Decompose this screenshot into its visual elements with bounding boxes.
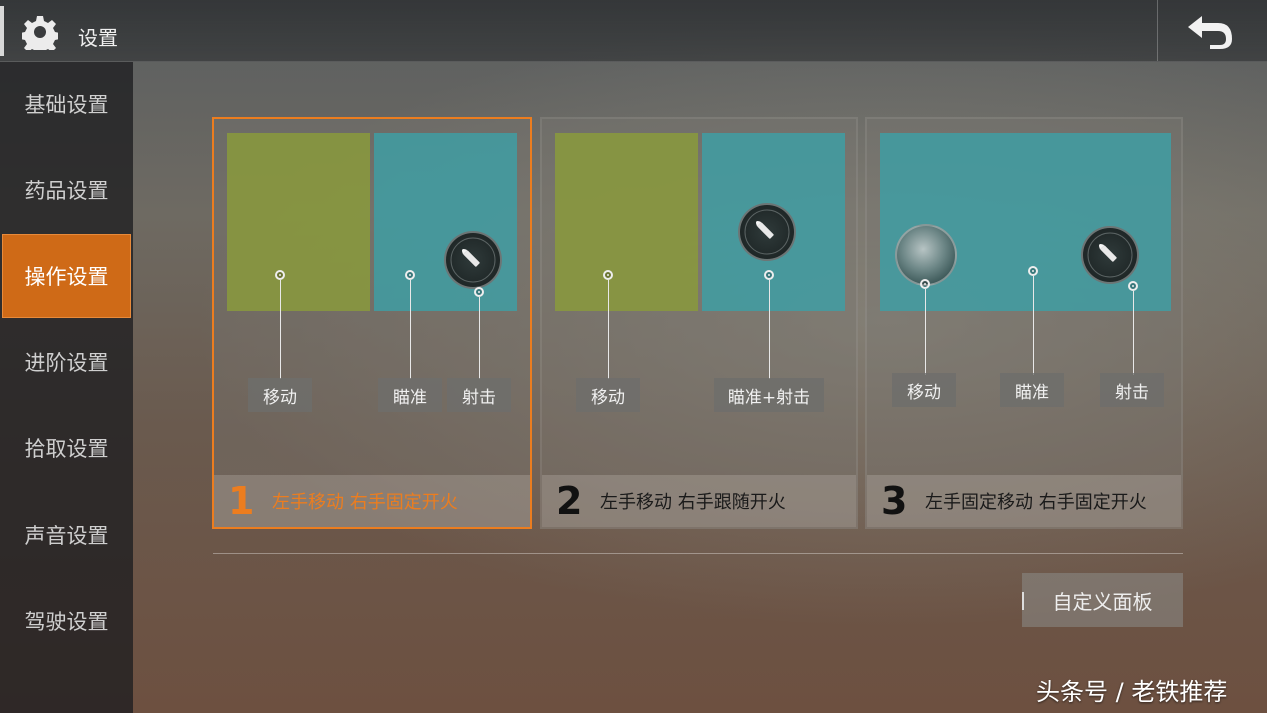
sidebar-item-driving[interactable]: 驾驶设置 [0,579,133,663]
sidebar-item-basic[interactable]: 基础设置 [0,62,133,146]
mode-number: 1 [228,479,255,523]
mode-number: 2 [556,479,583,523]
title-accent-bar [0,6,4,56]
mode-footer: 2 左手移动 右手跟随开火 [542,475,856,527]
label-fire: 射击 [447,378,511,412]
sidebar-item-medicine[interactable]: 药品设置 [0,148,133,232]
header-divider [1157,0,1158,61]
move-line [608,280,609,379]
label-fire: 射击 [1100,373,1164,407]
bullet-icon [1087,232,1133,278]
aim-fire-line [769,280,770,379]
label-aim-fire: 瞄准+射击 [714,378,824,412]
move-zone [555,133,698,311]
gear-icon [22,16,58,50]
mode-card-2[interactable]: 移动 瞄准+射击 2 左手移动 右手跟随开火 [540,117,858,529]
return-arrow-icon[interactable] [1180,10,1238,50]
sidebar-item-sound[interactable]: 声音设置 [0,493,133,577]
custom-panel-button[interactable]: 自定义面板 [1022,573,1183,627]
label-aim: 瞄准 [1000,373,1064,407]
fire-anchor [474,287,484,297]
fire-line [1133,291,1134,375]
fire-anchor [1128,281,1138,291]
move-line [280,280,281,379]
aim-line [1033,276,1034,375]
custom-panel-label: 自定义面板 [1052,589,1153,614]
sidebar-item-pickup[interactable]: 拾取设置 [0,406,133,490]
fire-line [479,297,480,379]
mode-card-3[interactable]: 移动 瞄准 射击 3 左手固定移动 右手固定开火 [865,117,1183,529]
move-anchor [920,279,930,289]
sidebar-item-controls[interactable]: 操作设置 [2,234,131,318]
aim-line [410,280,411,379]
joystick-icon [895,224,957,286]
bullet-icon [744,209,790,255]
sidebar: 基础设置 药品设置 操作设置 进阶设置 拾取设置 声音设置 驾驶设置 [0,62,133,713]
move-zone [227,133,370,311]
mode-number: 3 [881,479,908,523]
aim-fire-anchor [764,270,774,280]
page-title: 设置 [78,26,118,50]
fire-button-icon [444,231,502,289]
sidebar-item-advanced[interactable]: 进阶设置 [0,320,133,404]
move-line [925,289,926,375]
mode-description: 左手固定移动 右手固定开火 [925,492,1147,513]
section-divider [213,553,1183,554]
label-move: 移动 [892,373,956,407]
mode-footer: 1 左手移动 右手固定开火 [214,475,530,527]
label-move: 移动 [576,378,640,412]
mode-description: 左手移动 右手跟随开火 [600,492,786,513]
aim-anchor [405,270,415,280]
label-aim: 瞄准 [378,378,442,412]
fire-button-icon [1081,226,1139,284]
bullet-icon [450,237,496,283]
label-move: 移动 [248,378,312,412]
aim-anchor [1028,266,1038,276]
mode-description: 左手移动 右手固定开火 [272,492,458,513]
mode-footer: 3 左手固定移动 右手固定开火 [867,475,1181,527]
fire-button-icon [738,203,796,261]
button-accent-bar [1022,592,1024,610]
watermark: 头条号 / 老铁推荐 [1036,678,1228,706]
move-anchor [603,270,613,280]
top-bar: 设置 [0,0,1267,62]
mode-card-1[interactable]: 移动 瞄准 射击 1 左手移动 右手固定开火 [212,117,532,529]
move-anchor [275,270,285,280]
